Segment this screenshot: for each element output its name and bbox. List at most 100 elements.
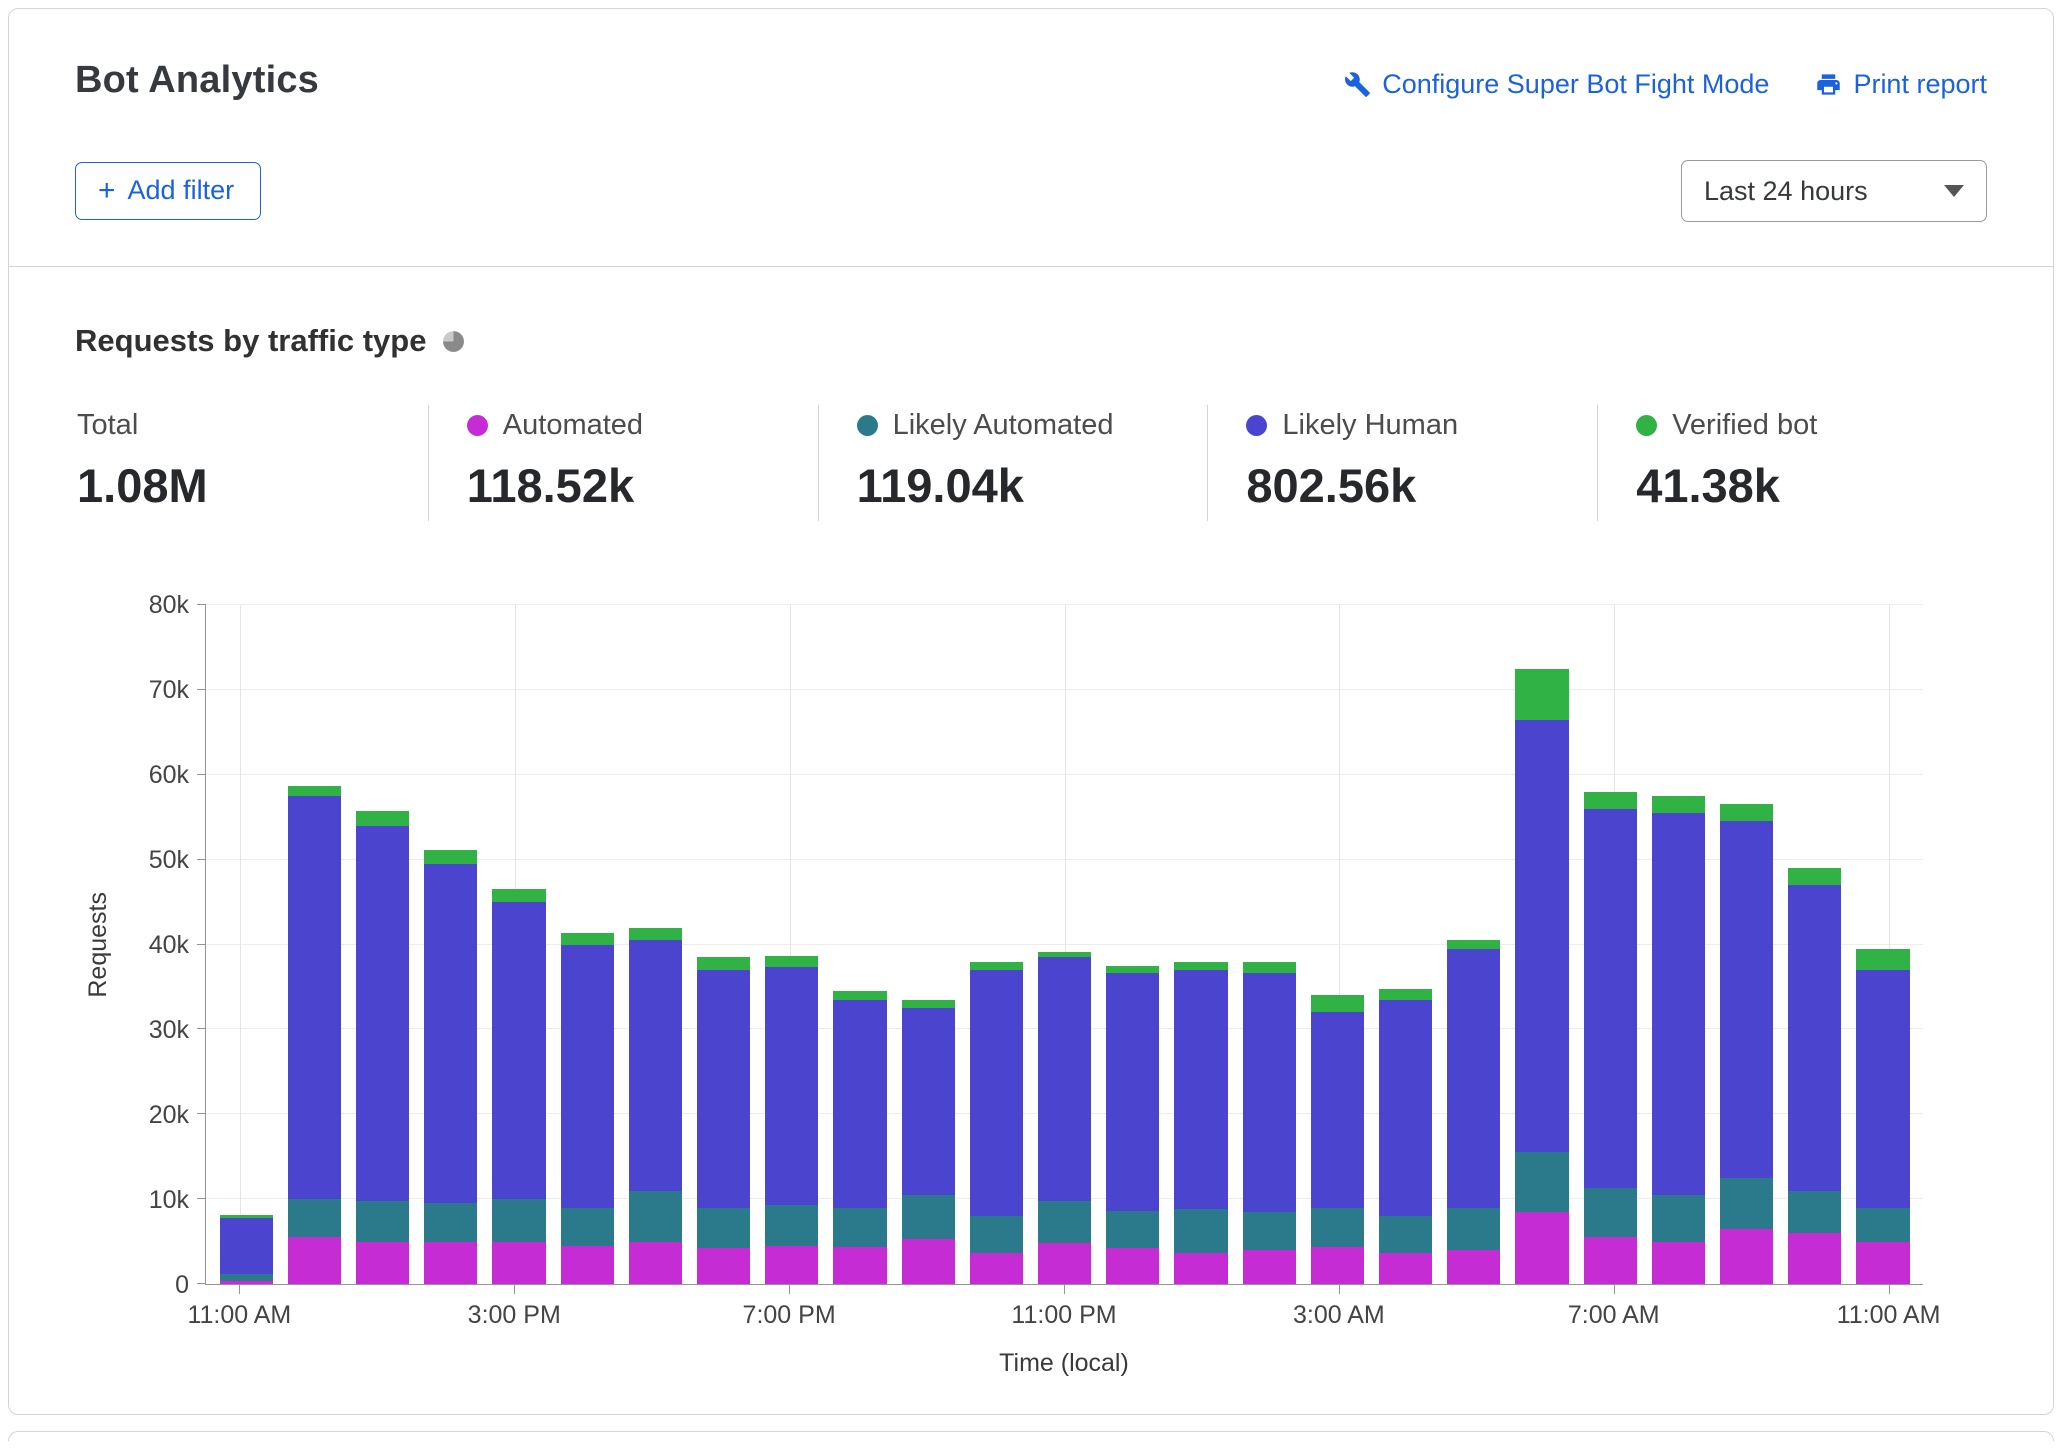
bar-segment-automated[interactable] (1174, 1253, 1227, 1284)
bar[interactable] (970, 605, 1023, 1284)
bar[interactable] (288, 605, 341, 1284)
bar-segment-verified-bot[interactable] (1856, 949, 1909, 970)
bar-segment-likely-automated[interactable] (1379, 1216, 1432, 1252)
bar-segment-automated[interactable] (970, 1253, 1023, 1284)
bar-segment-likely-automated[interactable] (629, 1191, 682, 1242)
bar-segment-automated[interactable] (1243, 1250, 1296, 1284)
bar-segment-likely-human[interactable] (1720, 821, 1773, 1177)
bar-segment-likely-automated[interactable] (1174, 1209, 1227, 1253)
bar-segment-automated[interactable] (1515, 1212, 1568, 1284)
bar-segment-likely-automated[interactable] (220, 1274, 273, 1281)
bar[interactable] (356, 605, 409, 1284)
stat-likely-automated[interactable]: Likely Automated 119.04k (818, 405, 1208, 521)
bar-segment-likely-automated[interactable] (288, 1199, 341, 1237)
bar-segment-likely-human[interactable] (288, 796, 341, 1199)
bar[interactable] (902, 605, 955, 1284)
bar-segment-likely-human[interactable] (561, 945, 614, 1208)
bar-segment-likely-automated[interactable] (1243, 1212, 1296, 1250)
bar-segment-automated[interactable] (697, 1248, 750, 1284)
bar-segment-verified-bot[interactable] (970, 962, 1023, 970)
bar-segment-automated[interactable] (1720, 1229, 1773, 1284)
bar-segment-likely-automated[interactable] (424, 1203, 477, 1241)
bar-segment-automated[interactable] (1106, 1248, 1159, 1284)
bar[interactable] (1720, 605, 1773, 1284)
bar-segment-likely-automated[interactable] (1515, 1152, 1568, 1211)
bar-segment-verified-bot[interactable] (492, 889, 545, 902)
bar-segment-verified-bot[interactable] (1447, 940, 1500, 948)
bar-segment-likely-human[interactable] (629, 940, 682, 1190)
bar-segment-verified-bot[interactable] (1515, 669, 1568, 720)
bar-segment-automated[interactable] (424, 1242, 477, 1284)
bar-segment-likely-automated[interactable] (561, 1208, 614, 1246)
bar-segment-likely-human[interactable] (765, 967, 818, 1205)
bar-segment-likely-automated[interactable] (1652, 1195, 1705, 1242)
bar-segment-verified-bot[interactable] (629, 928, 682, 941)
time-range-select[interactable]: Last 24 hours (1681, 160, 1987, 222)
bar-segment-verified-bot[interactable] (1720, 804, 1773, 821)
bar-segment-likely-human[interactable] (1243, 973, 1296, 1212)
bar[interactable] (833, 605, 886, 1284)
bar-segment-likely-automated[interactable] (697, 1208, 750, 1249)
bar-segment-verified-bot[interactable] (1584, 792, 1637, 809)
bar-segment-likely-automated[interactable] (1106, 1211, 1159, 1247)
bar-segment-likely-automated[interactable] (1447, 1208, 1500, 1250)
bar-segment-automated[interactable] (1379, 1253, 1432, 1284)
bar-segment-verified-bot[interactable] (288, 786, 341, 796)
bar-segment-likely-human[interactable] (697, 970, 750, 1208)
pie-chart-icon[interactable] (441, 329, 466, 354)
bar-segment-likely-human[interactable] (1311, 1012, 1364, 1207)
bar-segment-likely-human[interactable] (424, 864, 477, 1204)
stat-verified-bot[interactable]: Verified bot 41.38k (1597, 405, 1987, 521)
bar-segment-automated[interactable] (1447, 1250, 1500, 1284)
add-filter-button[interactable]: + Add filter (75, 162, 261, 220)
bar-segment-likely-automated[interactable] (1584, 1188, 1637, 1237)
bar-segment-likely-human[interactable] (1447, 949, 1500, 1208)
bar-segment-verified-bot[interactable] (1652, 796, 1705, 813)
stat-likely-human[interactable]: Likely Human 802.56k (1207, 405, 1597, 521)
bar-segment-verified-bot[interactable] (1311, 995, 1364, 1012)
bar-segment-likely-automated[interactable] (1311, 1208, 1364, 1247)
bar[interactable] (1515, 605, 1568, 1284)
bar[interactable] (1447, 605, 1500, 1284)
bar-segment-automated[interactable] (1038, 1243, 1091, 1284)
bar-segment-automated[interactable] (356, 1242, 409, 1284)
bar-segment-likely-human[interactable] (492, 902, 545, 1199)
bar-segment-likely-automated[interactable] (1038, 1201, 1091, 1243)
bar-segment-verified-bot[interactable] (1379, 989, 1432, 1000)
bar-segment-likely-automated[interactable] (1788, 1191, 1841, 1233)
bar-segment-verified-bot[interactable] (833, 991, 886, 999)
bar-segment-likely-human[interactable] (356, 826, 409, 1201)
bar-segment-automated[interactable] (1856, 1242, 1909, 1284)
bar-segment-likely-automated[interactable] (1720, 1178, 1773, 1229)
bar-segment-verified-bot[interactable] (902, 1000, 955, 1008)
bar-segment-likely-human[interactable] (970, 970, 1023, 1216)
bar-segment-likely-automated[interactable] (833, 1208, 886, 1247)
bar-segment-verified-bot[interactable] (1788, 868, 1841, 885)
bar-segment-likely-human[interactable] (1379, 1000, 1432, 1216)
bar-segment-likely-human[interactable] (1038, 957, 1091, 1201)
bar-segment-verified-bot[interactable] (356, 811, 409, 825)
bar[interactable] (697, 605, 750, 1284)
bar-segment-likely-human[interactable] (1106, 973, 1159, 1211)
bar-segment-automated[interactable] (492, 1242, 545, 1284)
bar-segment-likely-automated[interactable] (765, 1205, 818, 1246)
bar-segment-automated[interactable] (629, 1242, 682, 1284)
bar[interactable] (424, 605, 477, 1284)
stat-total[interactable]: Total 1.08M (75, 405, 428, 521)
bar[interactable] (1311, 605, 1364, 1284)
bar-segment-automated[interactable] (765, 1246, 818, 1284)
bar-segment-verified-bot[interactable] (561, 933, 614, 945)
bar[interactable] (492, 605, 545, 1284)
print-report-link[interactable]: Print report (1815, 69, 1987, 100)
bar-segment-automated[interactable] (288, 1237, 341, 1284)
bar[interactable] (561, 605, 614, 1284)
bar-segment-verified-bot[interactable] (1174, 962, 1227, 970)
bar-segment-likely-automated[interactable] (902, 1195, 955, 1239)
bar[interactable] (1584, 605, 1637, 1284)
bar-segment-likely-human[interactable] (1584, 809, 1637, 1188)
bar[interactable] (1038, 605, 1091, 1284)
bar-segment-likely-human[interactable] (1652, 813, 1705, 1195)
bar[interactable] (1652, 605, 1705, 1284)
bar-segment-automated[interactable] (220, 1281, 273, 1284)
bar-segment-likely-human[interactable] (902, 1008, 955, 1195)
